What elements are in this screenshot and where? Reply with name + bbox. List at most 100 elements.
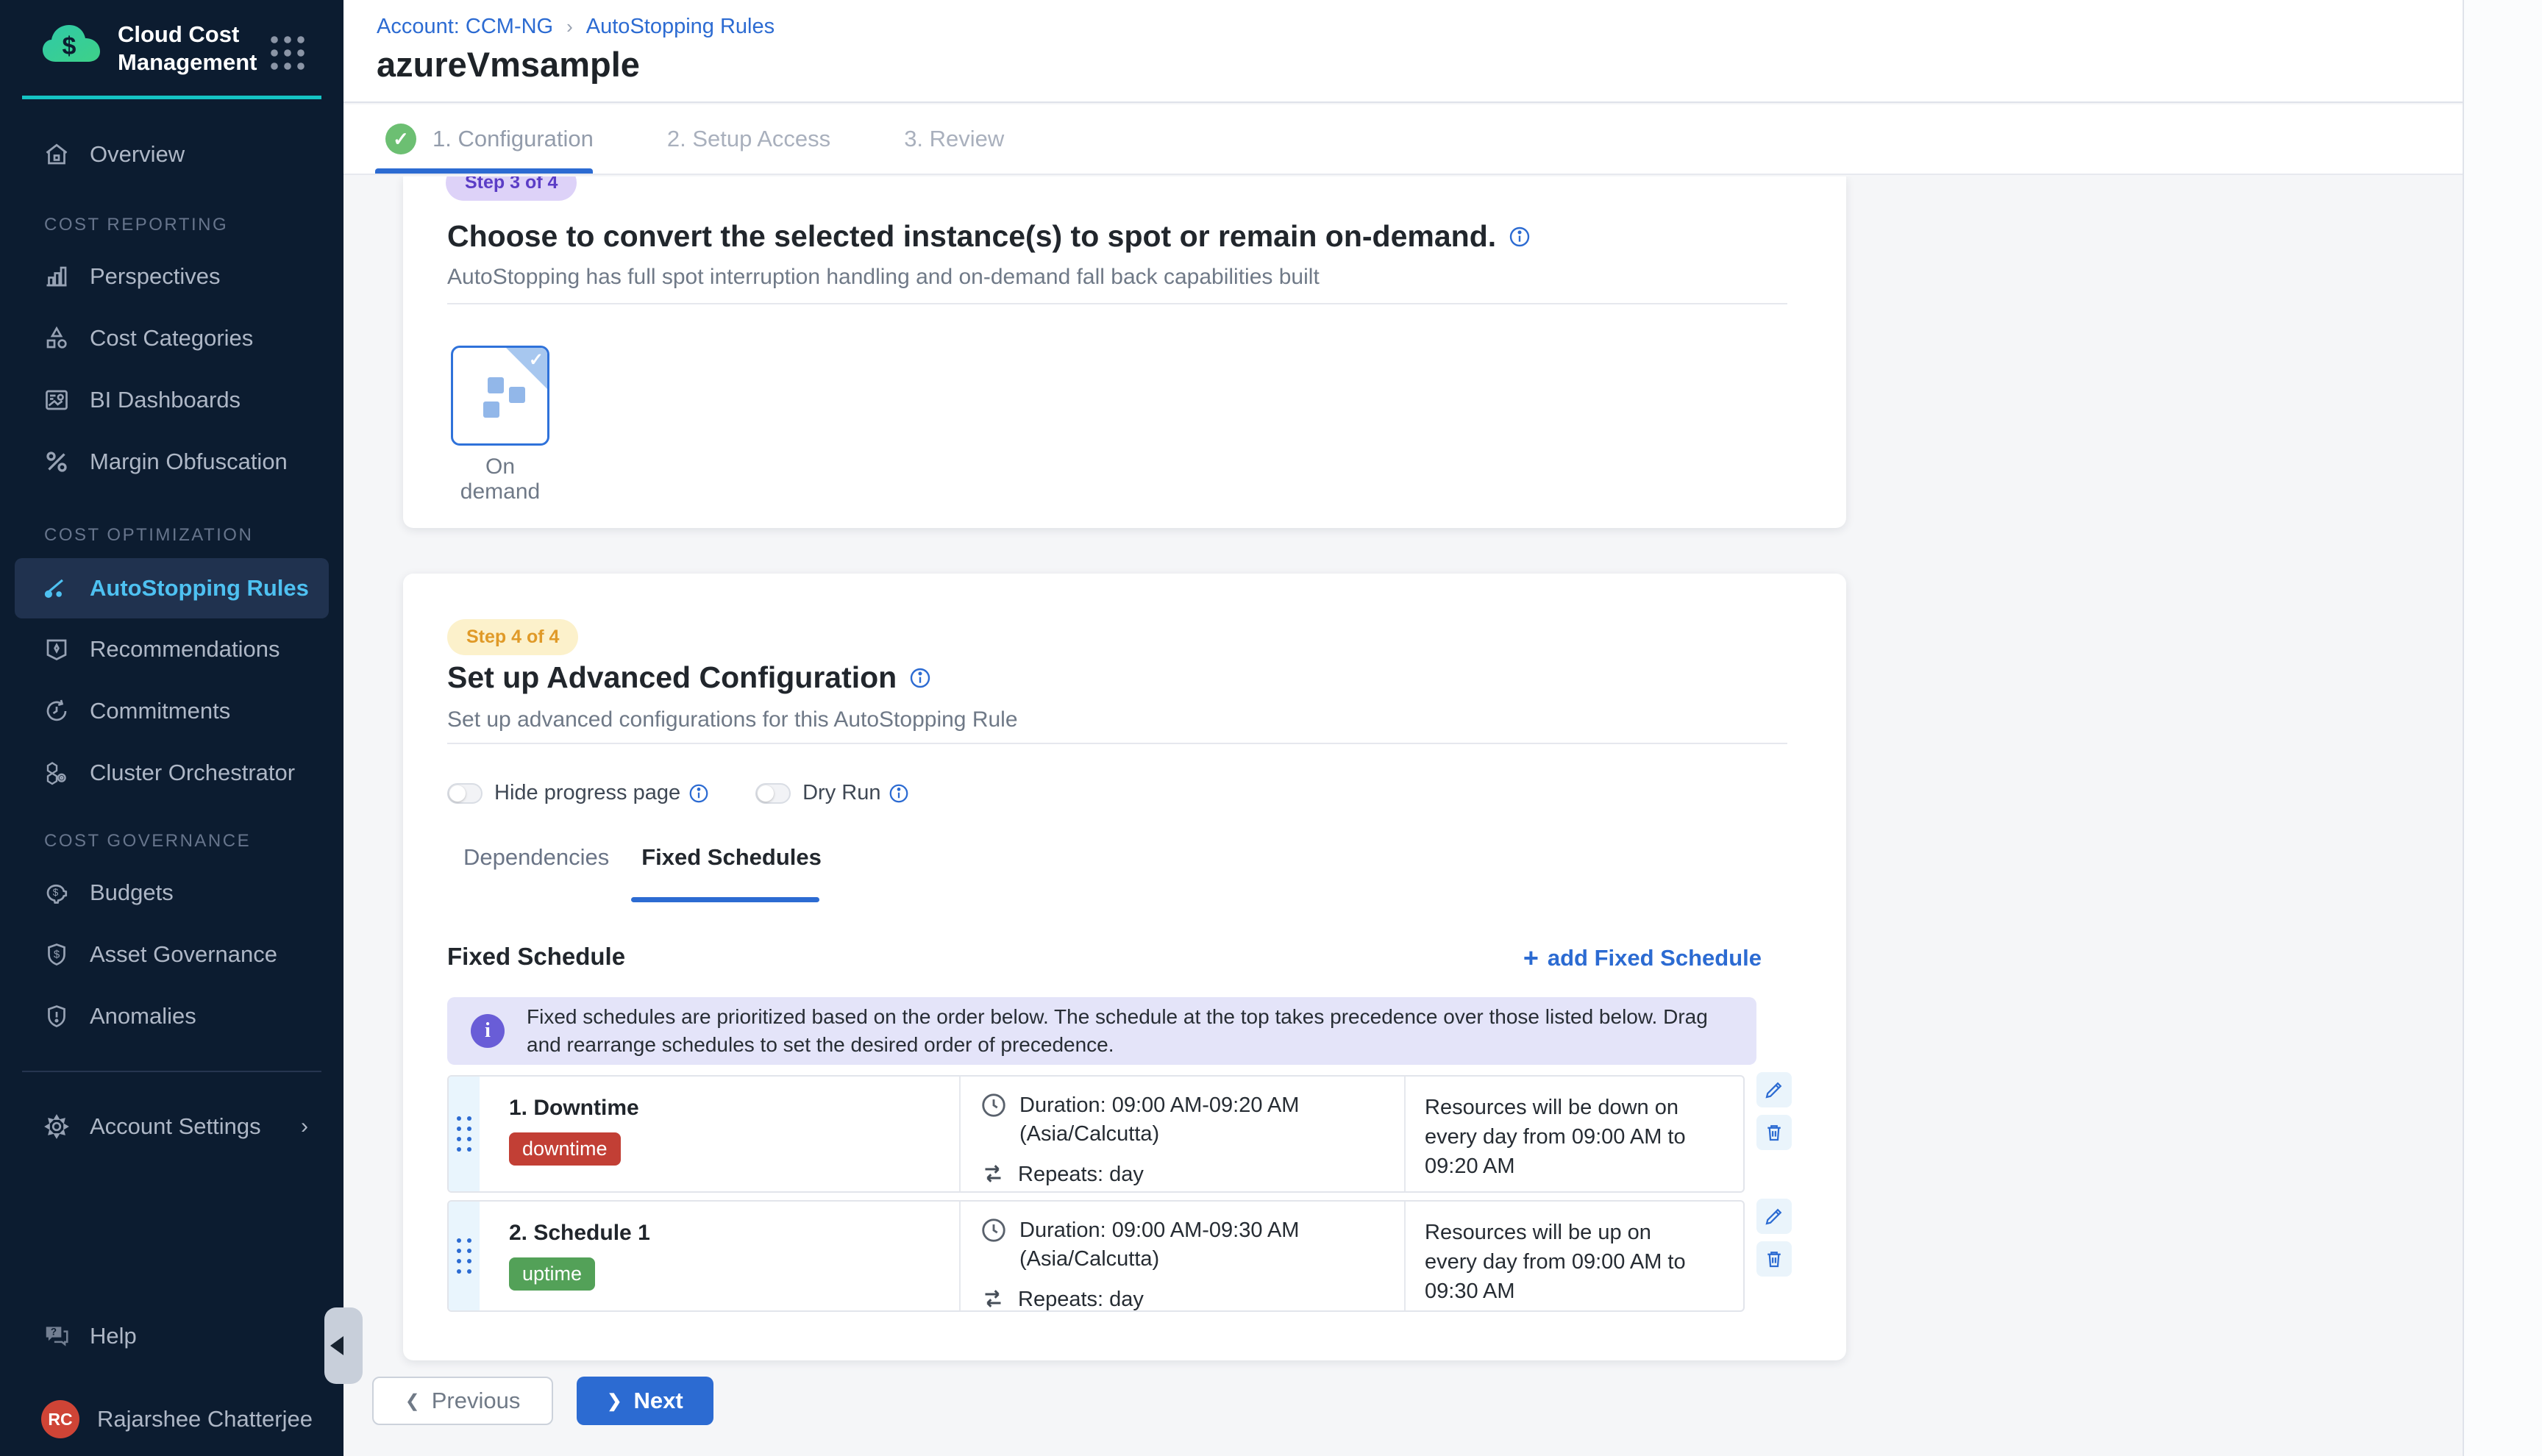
module-grid-icon[interactable] — [267, 32, 308, 74]
sidebar-item-overview[interactable]: Overview — [0, 124, 343, 185]
step4-heading: Set up Advanced Configuration — [447, 660, 932, 695]
edit-schedule-button[interactable] — [1756, 1199, 1792, 1234]
sidebar-item-label: Commitments — [90, 698, 230, 724]
schedule-timing-cell: Duration: 09:00 AM-09:30 AM (Asia/Calcut… — [961, 1202, 1406, 1310]
sidebar-item-margin-obfuscation[interactable]: Margin Obfuscation — [0, 431, 343, 493]
page-header: Account: CCM-NG › AutoStopping Rules azu… — [343, 0, 2463, 103]
edit-schedule-button[interactable] — [1756, 1072, 1792, 1107]
clock-icon — [980, 1216, 1008, 1244]
sidebar-item-label: Cluster Orchestrator — [90, 760, 295, 786]
sidebar-item-label: Help — [90, 1323, 137, 1349]
svg-text:$: $ — [63, 32, 76, 60]
sidebar-item-label: BI Dashboards — [90, 387, 241, 413]
dry-run-toggle[interactable] — [755, 783, 791, 804]
svg-text:$: $ — [54, 949, 60, 961]
sidebar-item-recommendations[interactable]: Recommendations — [0, 618, 343, 680]
clock-icon — [980, 1091, 1008, 1119]
active-tab-underline — [375, 168, 593, 174]
tab-setup-access[interactable]: 2. Setup Access — [667, 126, 830, 152]
sidebar-item-perspectives[interactable]: Perspectives — [0, 246, 343, 307]
hide-progress-toggle[interactable] — [447, 783, 483, 804]
breadcrumb-account-link[interactable]: Account: CCM-NG — [377, 15, 553, 39]
divider — [447, 743, 1787, 744]
step4-card: Step 4 of 4 Set up Advanced Configuratio… — [403, 574, 1846, 1360]
info-icon[interactable] — [888, 782, 910, 804]
toggle-label: Hide progress page — [494, 781, 680, 805]
gear-icon — [43, 1113, 71, 1141]
sidebar-item-account-settings[interactable]: Account Settings › — [0, 1096, 343, 1157]
avatar: RC — [41, 1400, 79, 1438]
toggle-label: Dry Run — [802, 781, 880, 805]
fixed-schedule-heading: Fixed Schedule — [447, 943, 625, 971]
sidebar-item-cluster-orchestrator[interactable]: Cluster Orchestrator — [0, 742, 343, 804]
drag-handle[interactable] — [449, 1077, 480, 1191]
schedule-row-uptime: 2. Schedule 1 uptime Duration: 09:00 AM-… — [447, 1200, 1745, 1312]
previous-label: Previous — [432, 1388, 521, 1414]
tab-fixed-schedules[interactable]: Fixed Schedules — [625, 844, 838, 871]
schedule-description-cell: Resources will be up on every day from 0… — [1406, 1202, 1743, 1310]
sidebar-section-cost-optimization: COST OPTIMIZATION — [44, 525, 343, 547]
sidebar-item-anomalies[interactable]: Anomalies — [0, 985, 343, 1047]
repeat-icon — [980, 1160, 1006, 1187]
step3-heading: Choose to convert the selected instance(… — [447, 219, 1531, 254]
sidebar-item-autostopping-rules[interactable]: AutoStopping Rules — [15, 558, 329, 618]
sidebar-header: $ Cloud Cost Management — [0, 0, 343, 76]
chevron-right-icon: › — [301, 1114, 308, 1139]
user-name: Rajarshee Chatterjee — [97, 1406, 313, 1432]
shapes-icon — [43, 324, 71, 352]
recommendation-tag-icon — [43, 635, 71, 663]
step3-badge: Step 3 of 4 — [446, 176, 577, 201]
sidebar-collapse-handle[interactable] — [324, 1307, 363, 1384]
wizard-tabbar: ✓ 1. Configuration 2. Setup Access 3. Re… — [343, 104, 2463, 175]
sidebar-item-label: Anomalies — [90, 1003, 196, 1029]
tab-label: 1. Configuration — [432, 126, 594, 152]
breadcrumb: Account: CCM-NG › AutoStopping Rules — [377, 15, 775, 39]
schedule-description: Resources will be down on every day from… — [1425, 1093, 1705, 1181]
sidebar-item-commitments[interactable]: Commitments — [0, 680, 343, 742]
add-fixed-schedule-button[interactable]: + add Fixed Schedule — [1523, 943, 1762, 974]
shield-dollar-icon: $ — [43, 941, 71, 968]
info-icon[interactable] — [1508, 225, 1531, 249]
sidebar-item-help[interactable]: ? Help — [0, 1305, 343, 1367]
sidebar-item-asset-governance[interactable]: $ Asset Governance — [0, 924, 343, 985]
info-icon[interactable] — [688, 782, 710, 804]
hexagon-cluster-icon — [43, 759, 71, 787]
svg-text:?: ? — [51, 1327, 57, 1338]
check-icon: ✓ — [385, 124, 416, 154]
sidebar-section-cost-governance: COST GOVERNANCE — [44, 831, 343, 853]
info-icon[interactable] — [908, 666, 932, 690]
sidebar-item-label: Perspectives — [90, 263, 220, 290]
schedule-repeats: Repeats: day — [1018, 1160, 1144, 1189]
wizard-content: Step 3 of 4 Choose to convert the select… — [343, 176, 2463, 1456]
sidebar-item-label: AutoStopping Rules — [90, 575, 309, 602]
sidebar-item-label: Recommendations — [90, 636, 280, 663]
previous-button[interactable]: ❮ Previous — [372, 1377, 553, 1425]
delete-schedule-button[interactable] — [1756, 1115, 1792, 1150]
next-label: Next — [633, 1388, 683, 1414]
sidebar-item-budgets[interactable]: $ Budgets — [0, 862, 343, 924]
autostopping-icon — [43, 574, 71, 602]
tab-configuration[interactable]: ✓ 1. Configuration — [385, 124, 594, 154]
schedule-description: Resources will be up on every day from 0… — [1425, 1218, 1705, 1306]
tab-review[interactable]: 3. Review — [904, 126, 1004, 152]
step4-heading-text: Set up Advanced Configuration — [447, 660, 897, 695]
chevron-left-icon: ❮ — [405, 1391, 420, 1412]
schedule-name-cell: 2. Schedule 1 uptime — [480, 1202, 961, 1310]
piggy-bank-icon: $ — [43, 879, 71, 907]
next-button[interactable]: ❯ Next — [577, 1377, 713, 1425]
delete-schedule-button[interactable] — [1756, 1241, 1792, 1277]
breadcrumb-section-link[interactable]: AutoStopping Rules — [586, 15, 775, 39]
help-chat-icon: ? — [43, 1322, 71, 1350]
sidebar-item-label: Account Settings — [90, 1113, 261, 1140]
svg-text:$: $ — [53, 887, 59, 898]
sidebar-item-label: Margin Obfuscation — [90, 449, 288, 475]
on-demand-option-card[interactable]: ✓ — [451, 346, 549, 446]
add-fixed-schedule-label: add Fixed Schedule — [1548, 945, 1762, 971]
tab-dependencies[interactable]: Dependencies — [447, 844, 625, 871]
instance-square-icon — [509, 387, 525, 403]
user-profile[interactable]: RC Rajarshee Chatterjee — [0, 1391, 343, 1447]
sidebar-item-cost-categories[interactable]: Cost Categories — [0, 307, 343, 369]
drag-handle[interactable] — [449, 1202, 480, 1310]
sidebar-item-bi-dashboards[interactable]: BI Dashboards — [0, 369, 343, 431]
divider — [447, 303, 1787, 304]
